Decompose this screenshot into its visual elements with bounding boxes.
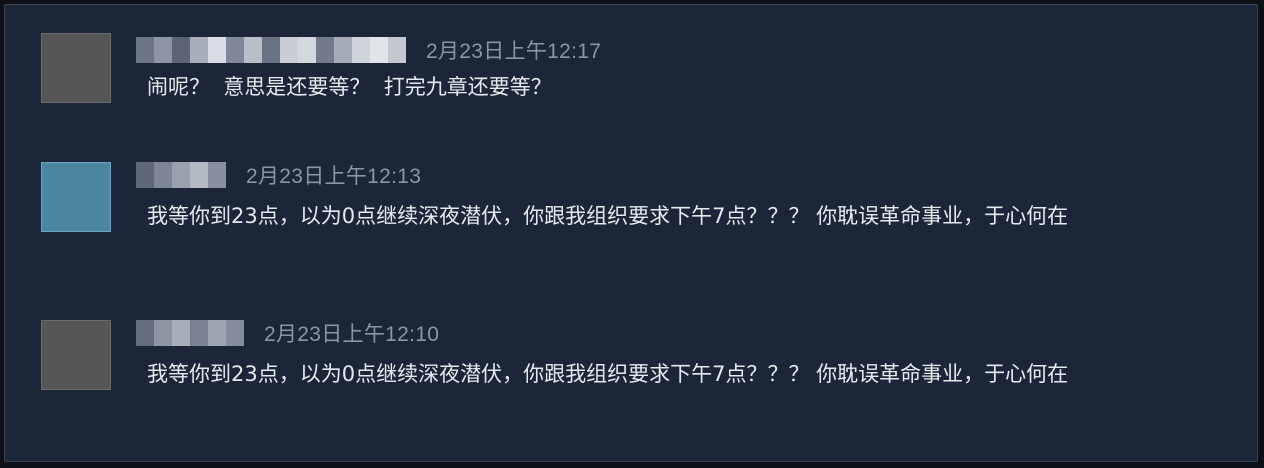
sender-name-redacted[interactable] <box>136 37 406 63</box>
avatar[interactable] <box>41 33 111 103</box>
chat-log: 2月23日上午12:17 闹呢？ 意思是还要等？ 打完九章还要等？ 2月23日上… <box>4 4 1258 462</box>
message-header: 2月23日上午12:10 <box>136 320 439 346</box>
sender-name-redacted[interactable] <box>136 162 226 188</box>
message-text: 我等你到23点，以为0点继续深夜潜伏，你跟我组织要求下午7点？？？ 你耽误革命事… <box>147 204 1069 228</box>
message-timestamp: 2月23日上午12:13 <box>246 165 422 188</box>
message-header: 2月23日上午12:17 <box>136 37 601 63</box>
message-timestamp: 2月23日上午12:17 <box>426 40 602 63</box>
message-header: 2月23日上午12:13 <box>136 162 421 188</box>
message-timestamp: 2月23日上午12:10 <box>264 323 440 346</box>
message-text: 闹呢？ 意思是还要等？ 打完九章还要等？ <box>147 75 552 99</box>
message-text: 我等你到23点，以为0点继续深夜潜伏，你跟我组织要求下午7点？？？ 你耽误革命事… <box>147 362 1069 386</box>
sender-name-redacted[interactable] <box>136 320 244 346</box>
avatar[interactable] <box>41 320 111 390</box>
avatar[interactable] <box>41 162 111 232</box>
